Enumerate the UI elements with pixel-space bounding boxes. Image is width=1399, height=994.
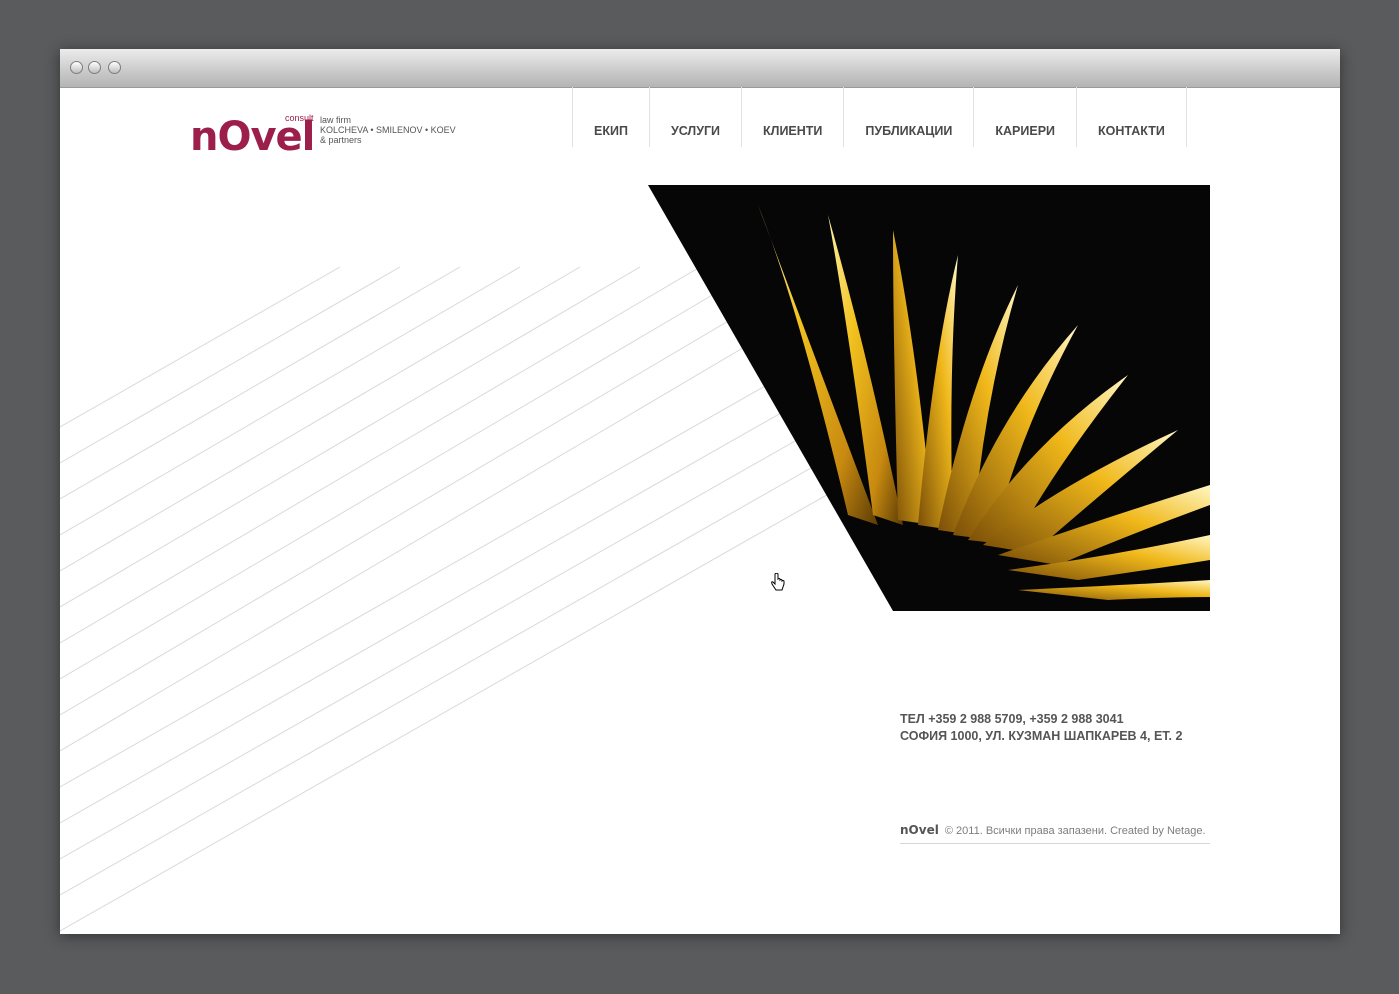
- nav-item-contacts[interactable]: КОНТАКТИ: [1076, 87, 1186, 147]
- minimize-window-button[interactable]: [88, 61, 101, 74]
- browser-window: nOvel consult law firm KOLCHEVA • SMILEN…: [60, 49, 1340, 934]
- contact-address: СОФИЯ 1000, УЛ. КУЗМАН ШАПКАРЕВ 4, ЕТ. 2: [900, 729, 1183, 743]
- hand-cursor-icon: [771, 573, 785, 591]
- page-footer: nOvel © 2011. Всички права запазени. Cre…: [900, 823, 1210, 844]
- logo-wordmark: nOvel: [190, 114, 315, 160]
- contact-phone: ТЕЛ +359 2 988 5709, +359 2 988 3041: [900, 712, 1124, 726]
- browser-titlebar: [60, 49, 1340, 88]
- nav-item-publications[interactable]: ПУБЛИКАЦИИ: [843, 87, 973, 147]
- footer-logo[interactable]: nOvel: [900, 823, 939, 837]
- novel-logo[interactable]: nOvel consult law firm KOLCHEVA • SMILEN…: [190, 107, 470, 157]
- maximize-window-button[interactable]: [108, 61, 121, 74]
- main-navigation: ЕКИП УСЛУГИ КЛИЕНТИ ПУБЛИКАЦИИ КАРИЕРИ К…: [572, 87, 1187, 147]
- logo-consult-label: consult: [285, 113, 314, 123]
- logo-tagline-line2: KOLCHEVA • SMILENOV • KOEV: [320, 125, 456, 135]
- logo-tagline-line1: law firm: [320, 115, 351, 125]
- hero-fanned-pages-image: [648, 185, 1210, 611]
- nav-item-services[interactable]: УСЛУГИ: [648, 87, 741, 147]
- logo-tagline-line3: & partners: [320, 135, 362, 145]
- nav-item-careers[interactable]: КАРИЕРИ: [973, 87, 1076, 147]
- contact-info: ТЕЛ +359 2 988 5709, +359 2 988 3041 СОФ…: [900, 711, 1182, 745]
- close-window-button[interactable]: [70, 61, 83, 74]
- footer-copyright: © 2011. Всички права запазени. Created b…: [944, 825, 1206, 837]
- logo-tagline: law firm KOLCHEVA • SMILENOV • KOEV & pa…: [320, 115, 456, 145]
- page-content: nOvel consult law firm KOLCHEVA • SMILEN…: [60, 87, 1340, 934]
- nav-item-clients[interactable]: КЛИЕНТИ: [741, 87, 843, 147]
- nav-item-team[interactable]: ЕКИП: [572, 87, 649, 147]
